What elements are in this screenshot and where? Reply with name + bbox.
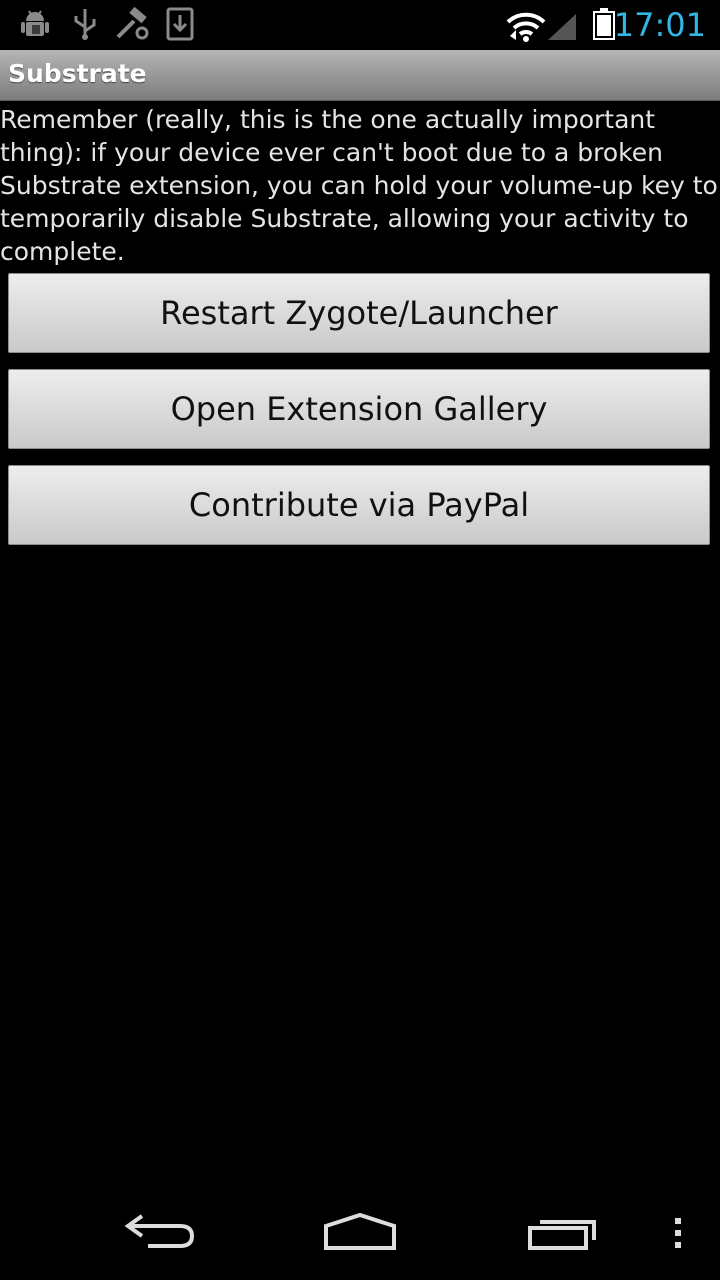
home-icon[interactable] bbox=[322, 1212, 398, 1256]
action-bar: Substrate bbox=[0, 50, 720, 101]
warning-message: Remember (really, this is the one actual… bbox=[0, 105, 718, 266]
recent-apps-icon[interactable] bbox=[526, 1212, 600, 1256]
wifi-icon bbox=[506, 10, 546, 46]
battery-icon bbox=[593, 8, 615, 44]
android-debug-icon bbox=[18, 7, 52, 45]
restart-zygote-button[interactable]: Restart Zygote/Launcher bbox=[8, 273, 710, 353]
navigation-bar bbox=[0, 1184, 720, 1280]
usb-icon bbox=[70, 7, 100, 45]
download-icon bbox=[166, 7, 194, 45]
contribute-paypal-button[interactable]: Contribute via PayPal bbox=[8, 465, 710, 545]
status-clock: 17:01 bbox=[613, 6, 706, 44]
back-icon[interactable] bbox=[124, 1210, 196, 1254]
substrate-hammer-icon bbox=[114, 6, 150, 45]
status-bar: 17:01 bbox=[0, 0, 720, 50]
app-title: Substrate bbox=[8, 59, 147, 88]
overflow-menu-icon[interactable] bbox=[672, 1216, 684, 1254]
signal-icon bbox=[546, 12, 578, 44]
open-extension-gallery-button[interactable]: Open Extension Gallery bbox=[8, 369, 710, 449]
